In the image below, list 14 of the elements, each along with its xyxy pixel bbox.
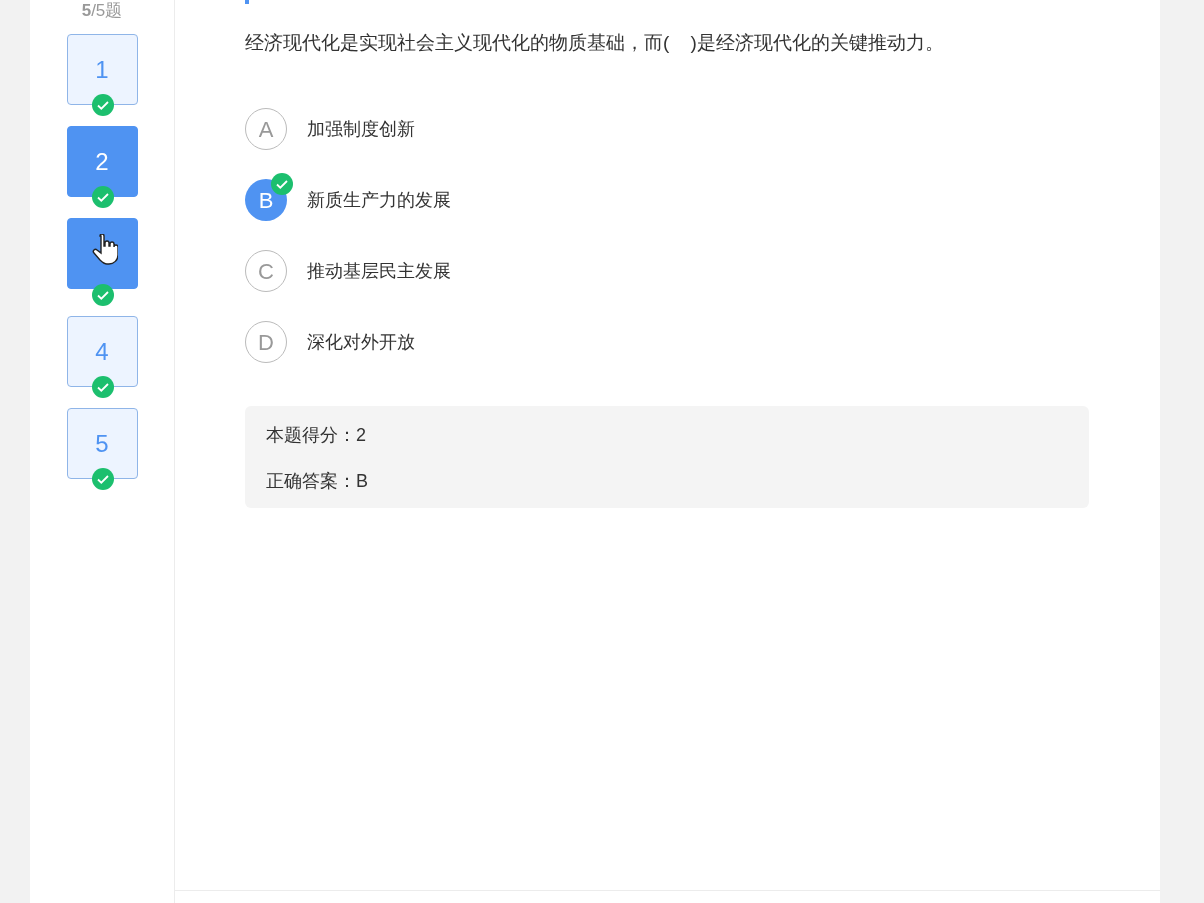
question-number[interactable]: 2 [66, 126, 138, 197]
option-text: 推动基层民主发展 [307, 259, 451, 283]
question-number[interactable]: 1 [66, 34, 138, 105]
option-text: 深化对外开放 [307, 330, 415, 354]
question-number[interactable] [66, 218, 138, 289]
option-text: 加强制度创新 [307, 117, 415, 141]
question-text: 经济现代化是实现社会主义现代化的物质基础，而( )是经济现代化的关键推动力。 [245, 31, 945, 55]
question-number[interactable]: 4 [66, 316, 138, 387]
correct-answer-text: 正确答案：B [266, 470, 369, 493]
progress-counter: 5/5题 [81, 0, 123, 22]
option-text: 新质生产力的发展 [307, 188, 451, 212]
heading-marker [245, 0, 249, 4]
question-number[interactable]: 5 [66, 408, 138, 479]
score-text: 本题得分：2 [266, 424, 367, 447]
